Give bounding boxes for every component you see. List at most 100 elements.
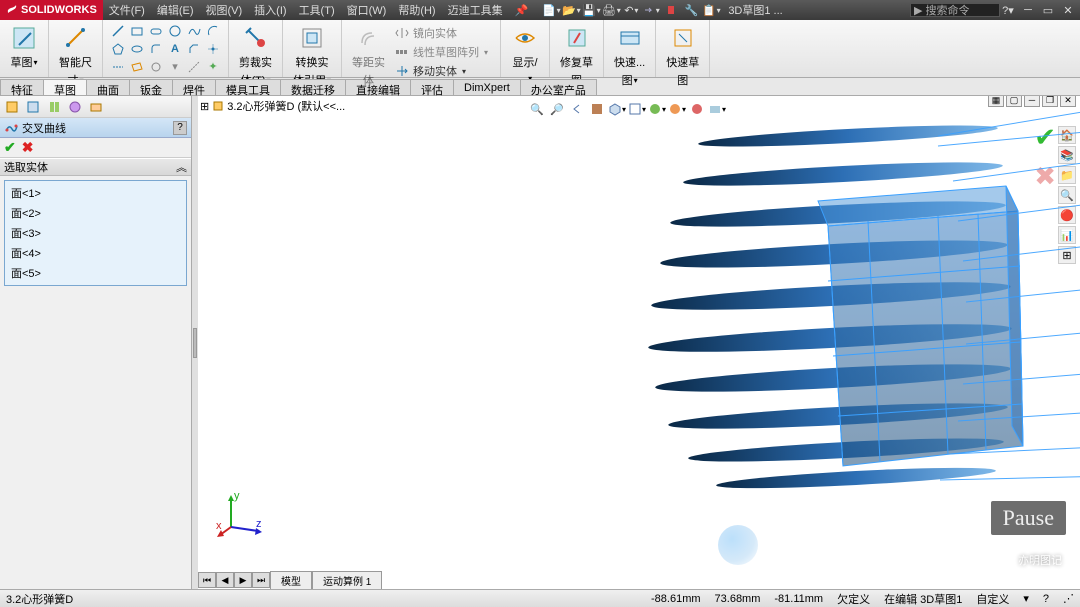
plane-icon[interactable] <box>128 58 146 75</box>
circle-icon[interactable] <box>166 22 184 39</box>
rapid2-button[interactable]: 快速草 图 <box>662 22 703 90</box>
list-item[interactable]: 面<5> <box>7 263 184 283</box>
view-settings-icon[interactable]: ▾ <box>708 100 726 118</box>
menu-insert[interactable]: 插入(I) <box>248 2 292 18</box>
arc-icon[interactable] <box>204 22 222 39</box>
menu-help[interactable]: 帮助(H) <box>392 2 441 18</box>
section-header[interactable]: 选取实体 ︽ <box>0 158 191 176</box>
tab-dimxpert[interactable]: DimXpert <box>453 79 521 95</box>
tab-weldment[interactable]: 焊件 <box>172 79 216 95</box>
search-input[interactable]: ▶搜索命令 <box>910 3 1000 17</box>
section-icon[interactable] <box>588 100 606 118</box>
rect-icon[interactable] <box>128 22 146 39</box>
tab-office[interactable]: 办公室产品 <box>520 79 597 95</box>
minimize-icon[interactable]: ─ <box>1020 2 1036 18</box>
undo-icon[interactable]: ↶▾ <box>622 2 640 18</box>
tab-data[interactable]: 数据迁移 <box>280 79 346 95</box>
new-icon[interactable]: 📄▾ <box>542 2 560 18</box>
last-icon[interactable]: ⏭ <box>252 572 270 588</box>
centerline-icon[interactable] <box>109 58 127 75</box>
sketch-button[interactable]: 草图▾ <box>6 22 42 72</box>
display-style-icon[interactable]: ▾ <box>628 100 646 118</box>
help-icon[interactable]: ?▾ <box>1000 2 1016 18</box>
rapid-button[interactable]: 快速... 图▾ <box>610 22 649 90</box>
cursor-glow <box>718 525 758 565</box>
slot-icon[interactable] <box>147 22 165 39</box>
tab-evaluate[interactable]: 评估 <box>410 79 454 95</box>
fillet-icon[interactable] <box>147 40 165 57</box>
ok-icon[interactable]: ✔ <box>4 139 16 156</box>
menu-tools[interactable]: 工具(T) <box>293 2 341 18</box>
redo-icon[interactable]: ▾ <box>642 2 660 18</box>
zoom-area-icon[interactable]: 🔎 <box>548 100 566 118</box>
menu-maidi[interactable]: 迈迪工具集 <box>442 2 509 18</box>
close-icon[interactable]: ✕ <box>1060 2 1076 18</box>
prev-view-icon[interactable] <box>568 100 586 118</box>
prev-icon[interactable]: ◀ <box>216 572 234 588</box>
ellipse-icon[interactable] <box>128 40 146 57</box>
orientation-triad[interactable]: y z x <box>216 489 266 539</box>
fm-display-icon[interactable] <box>86 98 106 116</box>
tab-feature[interactable]: 特征 <box>0 79 44 95</box>
save-icon[interactable]: 💾▾ <box>582 2 600 18</box>
status-help-icon[interactable]: ? <box>1043 593 1049 605</box>
chamfer-icon[interactable] <box>185 40 203 57</box>
expand-icon[interactable]: ⊞ <box>200 100 209 113</box>
linear-pattern-button[interactable]: 线性草图阵列▾ <box>393 43 490 61</box>
fm-prop-icon[interactable] <box>23 98 43 116</box>
options-icon[interactable]: 📋▾ <box>702 2 720 18</box>
menu-file[interactable]: 文件(F) <box>103 2 151 18</box>
list-item[interactable]: 面<1> <box>7 183 184 203</box>
flyout-tree[interactable]: ⊞ 3.2心形弹簧D (默认<<... <box>200 98 345 114</box>
mirror-button[interactable]: 镜向实体 <box>393 24 490 42</box>
line-icon[interactable] <box>109 22 127 39</box>
select-icon[interactable] <box>662 2 680 18</box>
trim2-icon[interactable] <box>147 58 165 75</box>
fm-tree-icon[interactable] <box>2 98 22 116</box>
rebuild-icon[interactable]: 🔧 <box>682 2 700 18</box>
maximize-icon[interactable]: ▭ <box>1040 2 1056 18</box>
open-icon[interactable]: 📂▾ <box>562 2 580 18</box>
spline-icon[interactable] <box>185 22 203 39</box>
fm-config-icon[interactable] <box>44 98 64 116</box>
tab-sketch[interactable]: 草图 <box>43 79 87 95</box>
view-orient-icon[interactable]: ▾ <box>608 100 626 118</box>
list-item[interactable]: 面<4> <box>7 243 184 263</box>
status-custom[interactable]: 自定义 <box>976 591 1009 607</box>
more-icon[interactable]: ▾ <box>166 58 184 75</box>
status-menu-icon[interactable]: ▾ <box>1023 592 1029 605</box>
appearance-icon[interactable] <box>688 100 706 118</box>
next-icon[interactable]: ▶ <box>234 572 252 588</box>
menu-view[interactable]: 视图(V) <box>200 2 249 18</box>
cancel-icon[interactable]: ✖ <box>22 139 34 156</box>
help-button[interactable]: ? <box>173 121 187 135</box>
first-icon[interactable]: ⏮ <box>198 572 216 588</box>
bottom-tab-model[interactable]: 模型 <box>270 571 312 590</box>
print-icon[interactable]: 🖨▾ <box>602 2 620 18</box>
list-item[interactable]: 面<3> <box>7 223 184 243</box>
text-icon[interactable]: A <box>166 40 184 57</box>
hide-show-icon[interactable]: ▾ <box>648 100 666 118</box>
menu-window[interactable]: 窗口(W) <box>341 2 393 18</box>
selection-list[interactable]: 面<1> 面<2> 面<3> 面<4> 面<5> <box>4 180 187 286</box>
menu-edit[interactable]: 编辑(E) <box>151 2 200 18</box>
list-item[interactable]: 面<2> <box>7 203 184 223</box>
scene-icon[interactable]: ▾ <box>668 100 686 118</box>
polygon-icon[interactable] <box>109 40 127 57</box>
status-grip-icon[interactable]: ⋰ <box>1063 592 1074 605</box>
offset-button[interactable]: 等距实 体 <box>348 22 389 90</box>
graphics-viewport[interactable]: ▦ ▢ ─ ❐ ✕ ⊞ 3.2心形弹簧D (默认<<... 🔍 🔎 ▾ ▾ ▾ … <box>198 96 1080 589</box>
point-icon[interactable] <box>204 40 222 57</box>
menu-pin-icon[interactable]: 📌 <box>509 4 535 17</box>
fm-dim-icon[interactable] <box>65 98 85 116</box>
move-button[interactable]: 移动实体▾ <box>393 62 490 80</box>
tab-mold[interactable]: 模具工具 <box>215 79 281 95</box>
zoom-fit-icon[interactable]: 🔍 <box>528 100 546 118</box>
construction-icon[interactable] <box>185 58 203 75</box>
chevron-up-icon[interactable]: ︽ <box>176 159 187 175</box>
display-button[interactable]: 显示/ ...▾ <box>507 22 543 86</box>
bottom-tab-motion[interactable]: 运动算例 1 <box>312 571 382 590</box>
tab-sheetmetal[interactable]: 钣金 <box>129 79 173 95</box>
tab-surface[interactable]: 曲面 <box>86 79 130 95</box>
misc-icon[interactable]: ✦ <box>204 58 222 75</box>
